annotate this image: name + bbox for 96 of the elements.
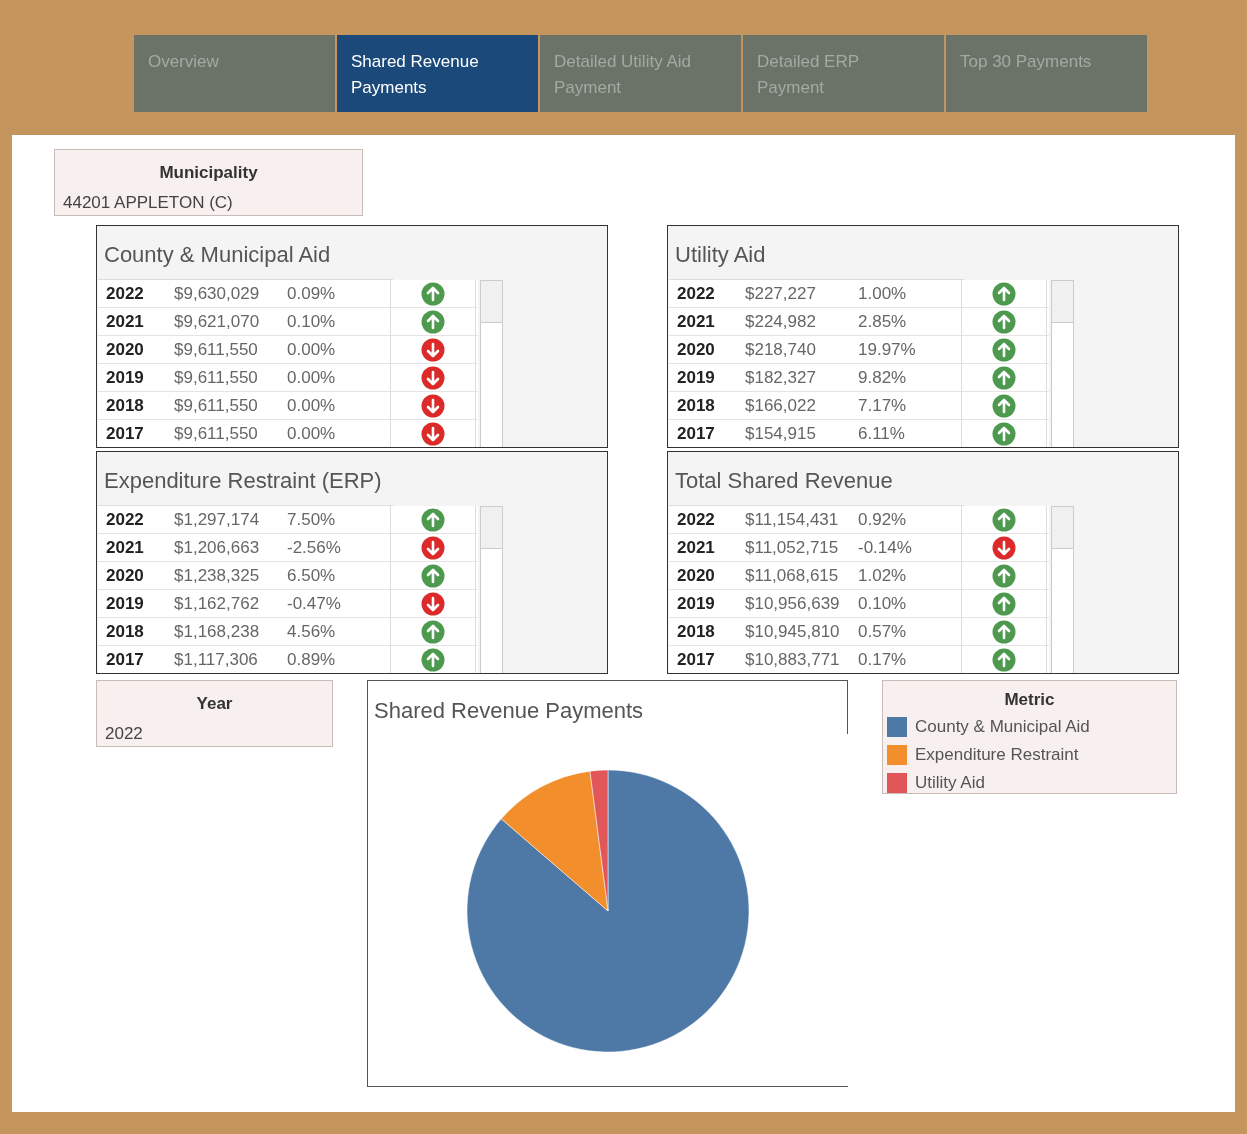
legend-label: Expenditure Restraint [915,744,1079,765]
change-cell-text: 0.57% [857,620,908,643]
amount-cell-text: $1,117,306 [173,648,259,671]
year-cell-text: 2018 [105,620,145,643]
change-cell-text: -0.14% [857,536,913,559]
year-cell-text: 2022 [105,282,145,305]
amount-cell-text: $166,022 [744,394,817,417]
year-cell-text: 2022 [676,282,716,305]
legend-label: Utility Aid [915,772,985,793]
year-cell-text: 2020 [105,338,145,361]
amount-cell-text: $9,621,070 [173,310,261,333]
nav-tab[interactable]: Overview [134,35,335,112]
year-cell-text: 2021 [676,310,716,333]
change-cell-text: 0.10% [286,310,337,333]
change-cell-text: 0.00% [286,366,337,389]
change-cell-text: 0.00% [286,394,337,417]
panel-title: Utility Aid [675,241,766,269]
amount-cell-text: $11,154,431 [744,508,840,531]
chart-title: Shared Revenue Payments [374,697,644,725]
change-cell-text: 0.09% [286,282,337,305]
year-cell-text: 2017 [676,648,716,671]
panel-title: Total Shared Revenue [675,467,893,495]
amount-cell-text: $154,915 [744,422,817,445]
year-cell-text: 2020 [676,564,716,587]
change-cell-text: -2.56% [286,536,342,559]
filter-label: Municipality [159,162,258,184]
change-cell-text: -0.47% [286,592,342,615]
panel-title: County & Municipal Aid [104,241,331,269]
change-cell-text: 0.17% [857,648,908,671]
change-cell-text: 6.11% [857,422,906,445]
change-cell-text: 9.82% [857,366,908,389]
scrollbar[interactable] [1051,506,1074,673]
amount-cell-text: $1,297,174 [173,508,261,531]
amount-cell-text: $11,052,715 [744,536,840,559]
change-cell-text: 0.10% [857,592,908,615]
amount-cell-text: $11,068,615 [744,564,840,587]
legend-label: County & Municipal Aid [915,716,1090,737]
nav-tab[interactable]: Shared Revenue Payments [337,35,538,112]
scrollbar[interactable] [1051,280,1074,447]
change-cell-text: 2.85% [857,310,908,333]
filter-value: 2022 [105,722,144,745]
year-filter[interactable]: Year 2022 [96,680,333,747]
year-cell-text: 2018 [676,394,716,417]
year-cell-text: 2019 [676,592,716,615]
change-cell-text: 1.00% [857,282,908,305]
panel-title: Expenditure Restraint (ERP) [104,467,382,495]
amount-cell-text: $218,740 [744,338,817,361]
amount-cell-text: $10,945,810 [744,620,841,643]
change-cell-text: 7.50% [286,508,337,531]
municipality-filter[interactable]: Municipality 44201 APPLETON (C) [54,149,363,216]
change-cell-text: 4.56% [286,620,337,643]
amount-cell-text: $10,956,639 [744,592,841,615]
amount-cell-text: $1,168,238 [173,620,261,643]
amount-cell-text: $1,206,663 [173,536,261,559]
year-cell-text: 2019 [105,366,145,389]
amount-cell-text: $9,611,550 [173,366,259,389]
change-cell-text: 0.00% [286,338,337,361]
year-cell-text: 2019 [105,592,145,615]
filter-label: Year [196,693,233,715]
year-cell-text: 2021 [105,310,145,333]
year-cell-text: 2021 [676,536,716,559]
year-cell-text: 2018 [105,394,145,417]
amount-cell-text: $1,162,762 [173,592,261,615]
nav-tab[interactable]: Detailed ERP Payment [743,35,944,112]
year-cell-text: 2020 [676,338,716,361]
year-cell-text: 2017 [676,422,716,445]
year-cell-text: 2019 [676,366,716,389]
year-cell-text: 2021 [105,536,145,559]
amount-cell-text: $9,611,550 [173,394,259,417]
year-cell-text: 2022 [676,508,716,531]
amount-cell-text: $9,611,550 [173,422,259,445]
scrollbar[interactable] [480,506,503,673]
amount-cell-text: $182,327 [744,366,817,389]
scrollbar[interactable] [480,280,503,447]
year-cell-text: 2018 [676,620,716,643]
change-cell-text: 0.89% [286,648,337,671]
legend-title: Metric [1004,689,1055,711]
year-cell-text: 2020 [105,564,145,587]
change-cell-text: 7.17% [857,394,908,417]
change-cell-text: 0.92% [857,508,908,531]
nav-tab[interactable]: Detailed Utility Aid Payment [540,35,741,112]
amount-cell-text: $9,611,550 [173,338,259,361]
change-cell-text: 0.00% [286,422,337,445]
amount-cell-text: $1,238,325 [173,564,261,587]
year-cell-text: 2022 [105,508,145,531]
nav-tab[interactable]: Top 30 Payments [946,35,1147,112]
amount-cell-text: $9,630,029 [173,282,261,305]
amount-cell-text: $227,227 [744,282,817,305]
year-cell-text: 2017 [105,422,145,445]
change-cell-text: 1.02% [857,564,908,587]
amount-cell-text: $224,982 [744,310,817,333]
filter-value: 44201 APPLETON (C) [63,191,234,214]
change-cell-text: 6.50% [286,564,337,587]
amount-cell-text: $10,883,771 [744,648,841,671]
year-cell-text: 2017 [105,648,145,671]
change-cell-text: 19.97% [857,338,917,361]
